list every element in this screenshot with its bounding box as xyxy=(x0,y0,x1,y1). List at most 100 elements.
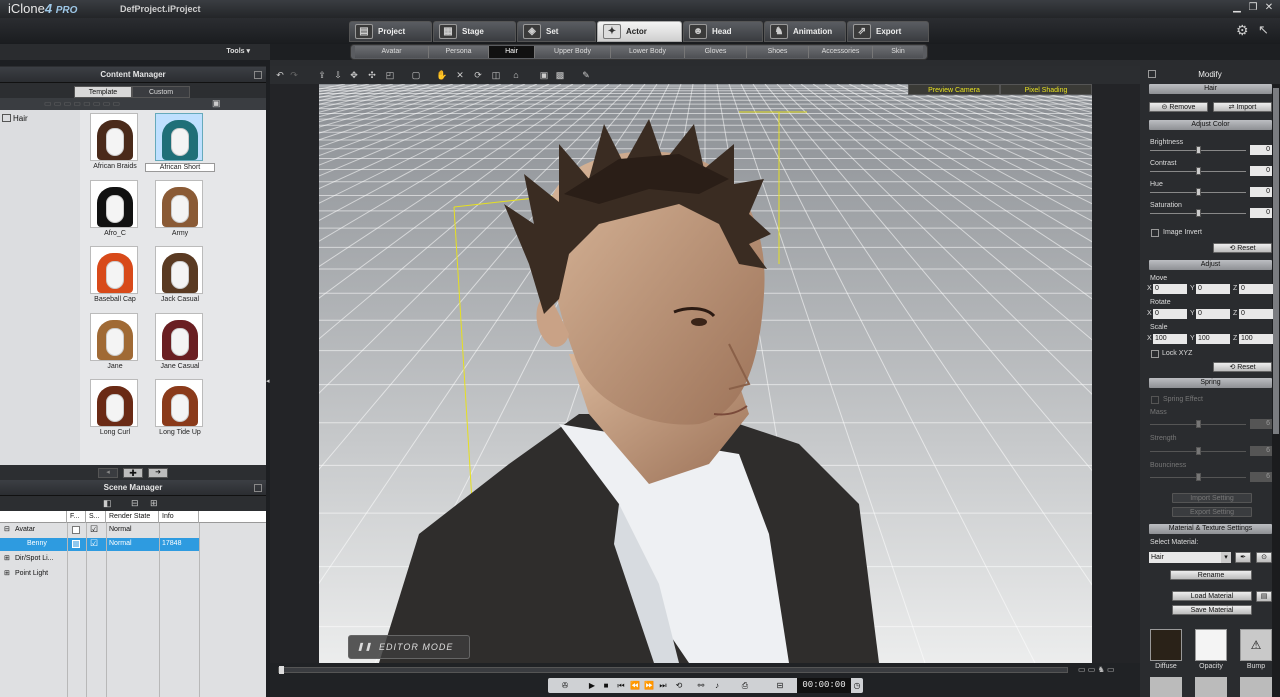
load-material-button[interactable]: Load Material xyxy=(1172,591,1252,601)
subtab-upper-body[interactable]: Upper Body xyxy=(535,46,611,58)
tab-actor[interactable]: ✦ Actor xyxy=(597,21,682,42)
collapse-tree-icon[interactable]: ⊟ xyxy=(4,525,10,533)
move-down-icon[interactable]: ⇩ xyxy=(332,69,344,81)
move-x-input[interactable]: 0 xyxy=(1153,284,1187,294)
help-icon[interactable]: ↖ xyxy=(1258,22,1269,38)
collapse-tree-icon[interactable]: ⊟ xyxy=(131,498,139,509)
camera-zoom-icon[interactable]: ✕ xyxy=(454,69,466,81)
motion-icon[interactable]: ♪ xyxy=(710,679,724,692)
bounciness-slider[interactable] xyxy=(1150,473,1246,481)
prev-frame-icon[interactable]: ⏪ xyxy=(628,679,642,692)
eyedropper-icon[interactable]: ✒ xyxy=(1235,552,1251,563)
hue-value[interactable]: 0 xyxy=(1250,187,1272,197)
tab-head[interactable]: ☻ Head xyxy=(683,21,763,42)
play-icon[interactable]: ▶ xyxy=(586,679,598,692)
hair-thumbnail[interactable]: Afro_C xyxy=(80,177,150,243)
move-y-input[interactable]: 0 xyxy=(1196,284,1230,294)
next-frame-icon[interactable]: ⏩ xyxy=(642,679,656,692)
subtab-skin[interactable]: Skin xyxy=(873,46,923,58)
record-icon[interactable]: ✇ xyxy=(556,679,574,692)
tree-item-hair[interactable]: Hair xyxy=(2,114,28,123)
table-row[interactable]: ⊞ Dir/Spot Li... xyxy=(0,553,266,566)
hair-thumbnail[interactable]: Army xyxy=(145,177,215,243)
hair-thumbnail[interactable]: Jane Casual xyxy=(145,310,215,376)
column-header[interactable]: F... xyxy=(67,511,86,523)
loop-icon[interactable]: ⟲ xyxy=(672,679,686,692)
scale-x-input[interactable]: 100 xyxy=(1153,334,1187,344)
checkbox[interactable] xyxy=(72,526,80,534)
redo-icon[interactable]: ↷ xyxy=(288,69,300,81)
camera-icon[interactable]: ⎙ xyxy=(736,679,754,692)
subtab-persona[interactable]: Persona xyxy=(429,46,489,58)
undo-icon[interactable]: ↶ xyxy=(274,69,286,81)
clock-icon[interactable]: ◷ xyxy=(852,679,862,692)
close-icon[interactable]: ✕ xyxy=(1262,2,1276,14)
image-invert-checkbox[interactable] xyxy=(1151,229,1159,237)
expand-tree-icon[interactable]: ⊞ xyxy=(4,569,10,577)
contrast-value[interactable]: 0 xyxy=(1250,166,1272,176)
hair-thumbnail[interactable]: Jane xyxy=(80,310,150,376)
fit-icon[interactable]: ▢ xyxy=(410,69,422,81)
view-icon[interactable]: ◧ xyxy=(103,498,112,509)
texture-slot[interactable] xyxy=(1150,677,1182,697)
link-icon[interactable]: ⚯ xyxy=(694,679,708,692)
collapse-icon[interactable] xyxy=(254,484,262,492)
stop-icon[interactable]: ■ xyxy=(600,679,612,692)
pick-material-icon[interactable]: ⊙ xyxy=(1256,552,1272,563)
pixel-shading-badge[interactable]: Pixel Shading xyxy=(1000,84,1092,95)
column-header[interactable]: Render State xyxy=(106,511,159,523)
bounciness-value[interactable]: 6 xyxy=(1250,472,1272,482)
scale-icon[interactable]: ◰ xyxy=(384,69,396,81)
tab-custom[interactable]: Custom xyxy=(132,86,190,98)
slider-knob[interactable] xyxy=(1196,146,1201,154)
subtab-hair[interactable]: Hair xyxy=(489,46,535,58)
reset-color-button[interactable]: ⟲ Reset xyxy=(1213,243,1272,253)
reset-adjust-button[interactable]: ⟲ Reset xyxy=(1213,362,1272,372)
import-setting-button[interactable]: Import Setting xyxy=(1172,493,1252,503)
add-folder-icon[interactable]: ▣ xyxy=(212,98,221,109)
rotate-icon[interactable]: ✣ xyxy=(366,69,378,81)
rename-button[interactable]: Rename xyxy=(1170,570,1252,580)
subtab-lower-body[interactable]: Lower Body xyxy=(611,46,685,58)
spring-effect-checkbox[interactable] xyxy=(1151,396,1159,404)
rotate-y-input[interactable]: 0 xyxy=(1196,309,1230,319)
slider-knob[interactable] xyxy=(1196,447,1201,455)
hair-thumbnail[interactable]: African Braids xyxy=(80,110,150,176)
scale-y-input[interactable]: 100 xyxy=(1196,334,1230,344)
hair-thumbnail[interactable]: African Short xyxy=(145,110,215,176)
scale-z-input[interactable]: 100 xyxy=(1239,334,1273,344)
import-button[interactable]: ⇄ Import xyxy=(1213,102,1272,112)
slider-knob[interactable] xyxy=(1196,167,1201,175)
paint-icon[interactable]: ✎ xyxy=(580,69,592,81)
tab-animation[interactable]: ♞ Animation xyxy=(764,21,846,42)
camera-pan-icon[interactable]: ✋ xyxy=(436,69,448,81)
slider-knob[interactable] xyxy=(1196,209,1201,217)
column-header[interactable]: Info xyxy=(159,511,199,523)
tab-project[interactable]: ▤ Project xyxy=(349,21,432,42)
timeline-icon[interactable]: ⊟ xyxy=(770,679,790,692)
first-frame-icon[interactable]: ⏮ xyxy=(614,679,628,692)
rotate-x-input[interactable]: 0 xyxy=(1153,309,1187,319)
slider-knob[interactable] xyxy=(1196,473,1201,481)
preview-camera-badge[interactable]: Preview Camera xyxy=(908,84,1000,95)
brightness-slider[interactable] xyxy=(1150,146,1246,154)
tools-menu[interactable]: Tools ▾ xyxy=(0,44,270,60)
diffuse-texture-slot[interactable] xyxy=(1150,629,1182,661)
texture-slot[interactable] xyxy=(1195,677,1227,697)
minimize-icon[interactable]: ▁ xyxy=(1230,2,1244,14)
add-icon[interactable]: ✚ xyxy=(123,468,143,478)
saturation-slider[interactable] xyxy=(1150,209,1246,217)
contrast-slider[interactable] xyxy=(1150,167,1246,175)
timeline-controls[interactable]: ▭ ▭ ♞ ▭ xyxy=(1078,665,1115,674)
folder-icon[interactable]: ▤ xyxy=(1256,591,1272,602)
hue-slider[interactable] xyxy=(1150,188,1246,196)
collapse-icon[interactable] xyxy=(254,71,262,79)
table-row[interactable]: ⊟ Avatar ☑ Normal xyxy=(0,523,266,538)
subtab-gloves[interactable]: Gloves xyxy=(685,46,747,58)
hair-thumbnail[interactable]: Long Tide Up xyxy=(145,376,215,442)
checkbox[interactable] xyxy=(72,540,80,548)
apply-icon[interactable]: ➜ xyxy=(148,468,168,478)
hair-thumbnail[interactable]: Jack Casual xyxy=(145,243,215,309)
last-frame-icon[interactable]: ⏭ xyxy=(656,679,670,692)
expand-tree-icon[interactable]: ⊞ xyxy=(150,498,158,509)
